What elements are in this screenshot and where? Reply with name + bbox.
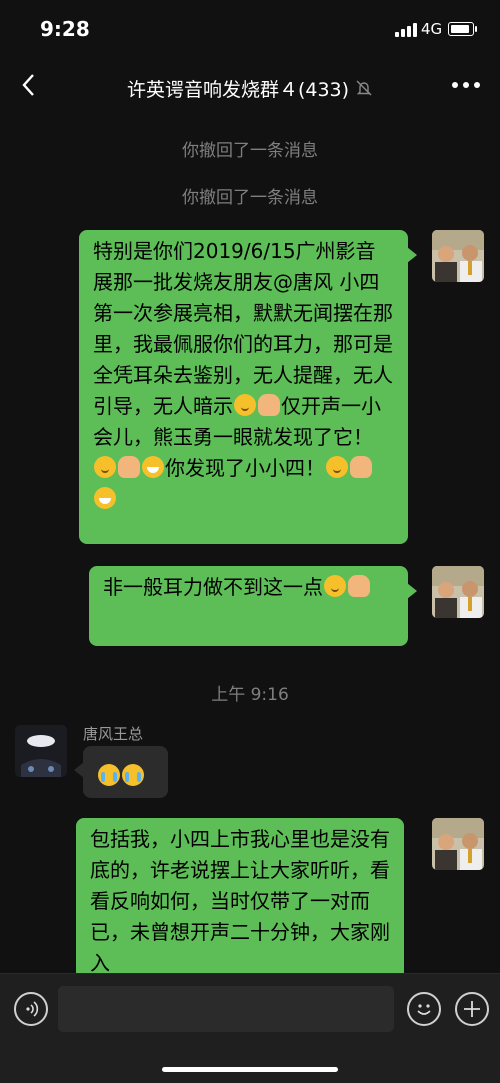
hug-emoji xyxy=(326,456,348,478)
chat-title: 许英谔音响发烧群４(433) xyxy=(0,75,500,102)
message-text: 特别是你们2019/6/15广州影音展那一批发烧友朋友@唐风 小四第一次参展亮相… xyxy=(93,239,393,418)
status-time: 9:28 xyxy=(40,17,90,41)
thumbs-up-emoji xyxy=(118,456,140,478)
crying-laughing-emoji xyxy=(122,764,144,786)
message-text: 非一般耳力做不到这一点 xyxy=(103,575,323,599)
my-avatar[interactable] xyxy=(432,566,484,618)
time-divider: 上午 9:16 xyxy=(211,685,289,705)
message-text: 包括我，小四上市我心里也是没有底的，许老说摆上让大家听听，看看反响如何，当时仅带… xyxy=(90,827,390,975)
more-options-icon[interactable] xyxy=(452,82,482,90)
crying-laughing-emoji xyxy=(98,764,120,786)
hug-emoji xyxy=(324,575,346,597)
my-avatar[interactable] xyxy=(432,230,484,282)
cellular-signal-icon xyxy=(395,23,417,37)
thumbs-up-emoji xyxy=(258,394,280,416)
network-type: 4G xyxy=(421,20,443,38)
grin-emoji xyxy=(94,487,116,509)
group-name: 许英谔音响发烧群４(433) xyxy=(126,79,350,101)
voice-input-icon[interactable] xyxy=(14,992,48,1026)
recall-notice: 你撤回了一条消息 xyxy=(182,141,318,161)
home-indicator xyxy=(162,1067,338,1072)
status-bar: 9:28 4G xyxy=(0,0,500,58)
sender-name: 唐风王总 xyxy=(83,725,144,743)
muted-bell-icon xyxy=(355,79,373,102)
chat-header: 许英谔音响发烧群４(433) xyxy=(0,58,500,112)
grin-emoji xyxy=(142,456,164,478)
message-bubble[interactable]: 非一般耳力做不到这一点 xyxy=(89,566,417,646)
thumbs-up-emoji xyxy=(350,456,372,478)
hug-emoji xyxy=(94,456,116,478)
my-avatar[interactable] xyxy=(432,818,484,870)
message-bubble[interactable] xyxy=(74,746,168,798)
contact-avatar[interactable] xyxy=(15,725,67,777)
emoji-icon[interactable] xyxy=(407,992,441,1026)
plus-icon[interactable] xyxy=(455,992,489,1026)
message-bubble[interactable]: 特别是你们2019/6/15广州影音展那一批发烧友朋友@唐风 小四第一次参展亮相… xyxy=(79,230,417,544)
recall-notice: 你撤回了一条消息 xyxy=(182,188,318,208)
message-input[interactable] xyxy=(58,986,394,1032)
message-text: 你发现了小小四！ xyxy=(165,456,325,480)
hug-emoji xyxy=(234,394,256,416)
battery-icon xyxy=(448,22,477,36)
thumbs-up-emoji xyxy=(348,575,370,597)
